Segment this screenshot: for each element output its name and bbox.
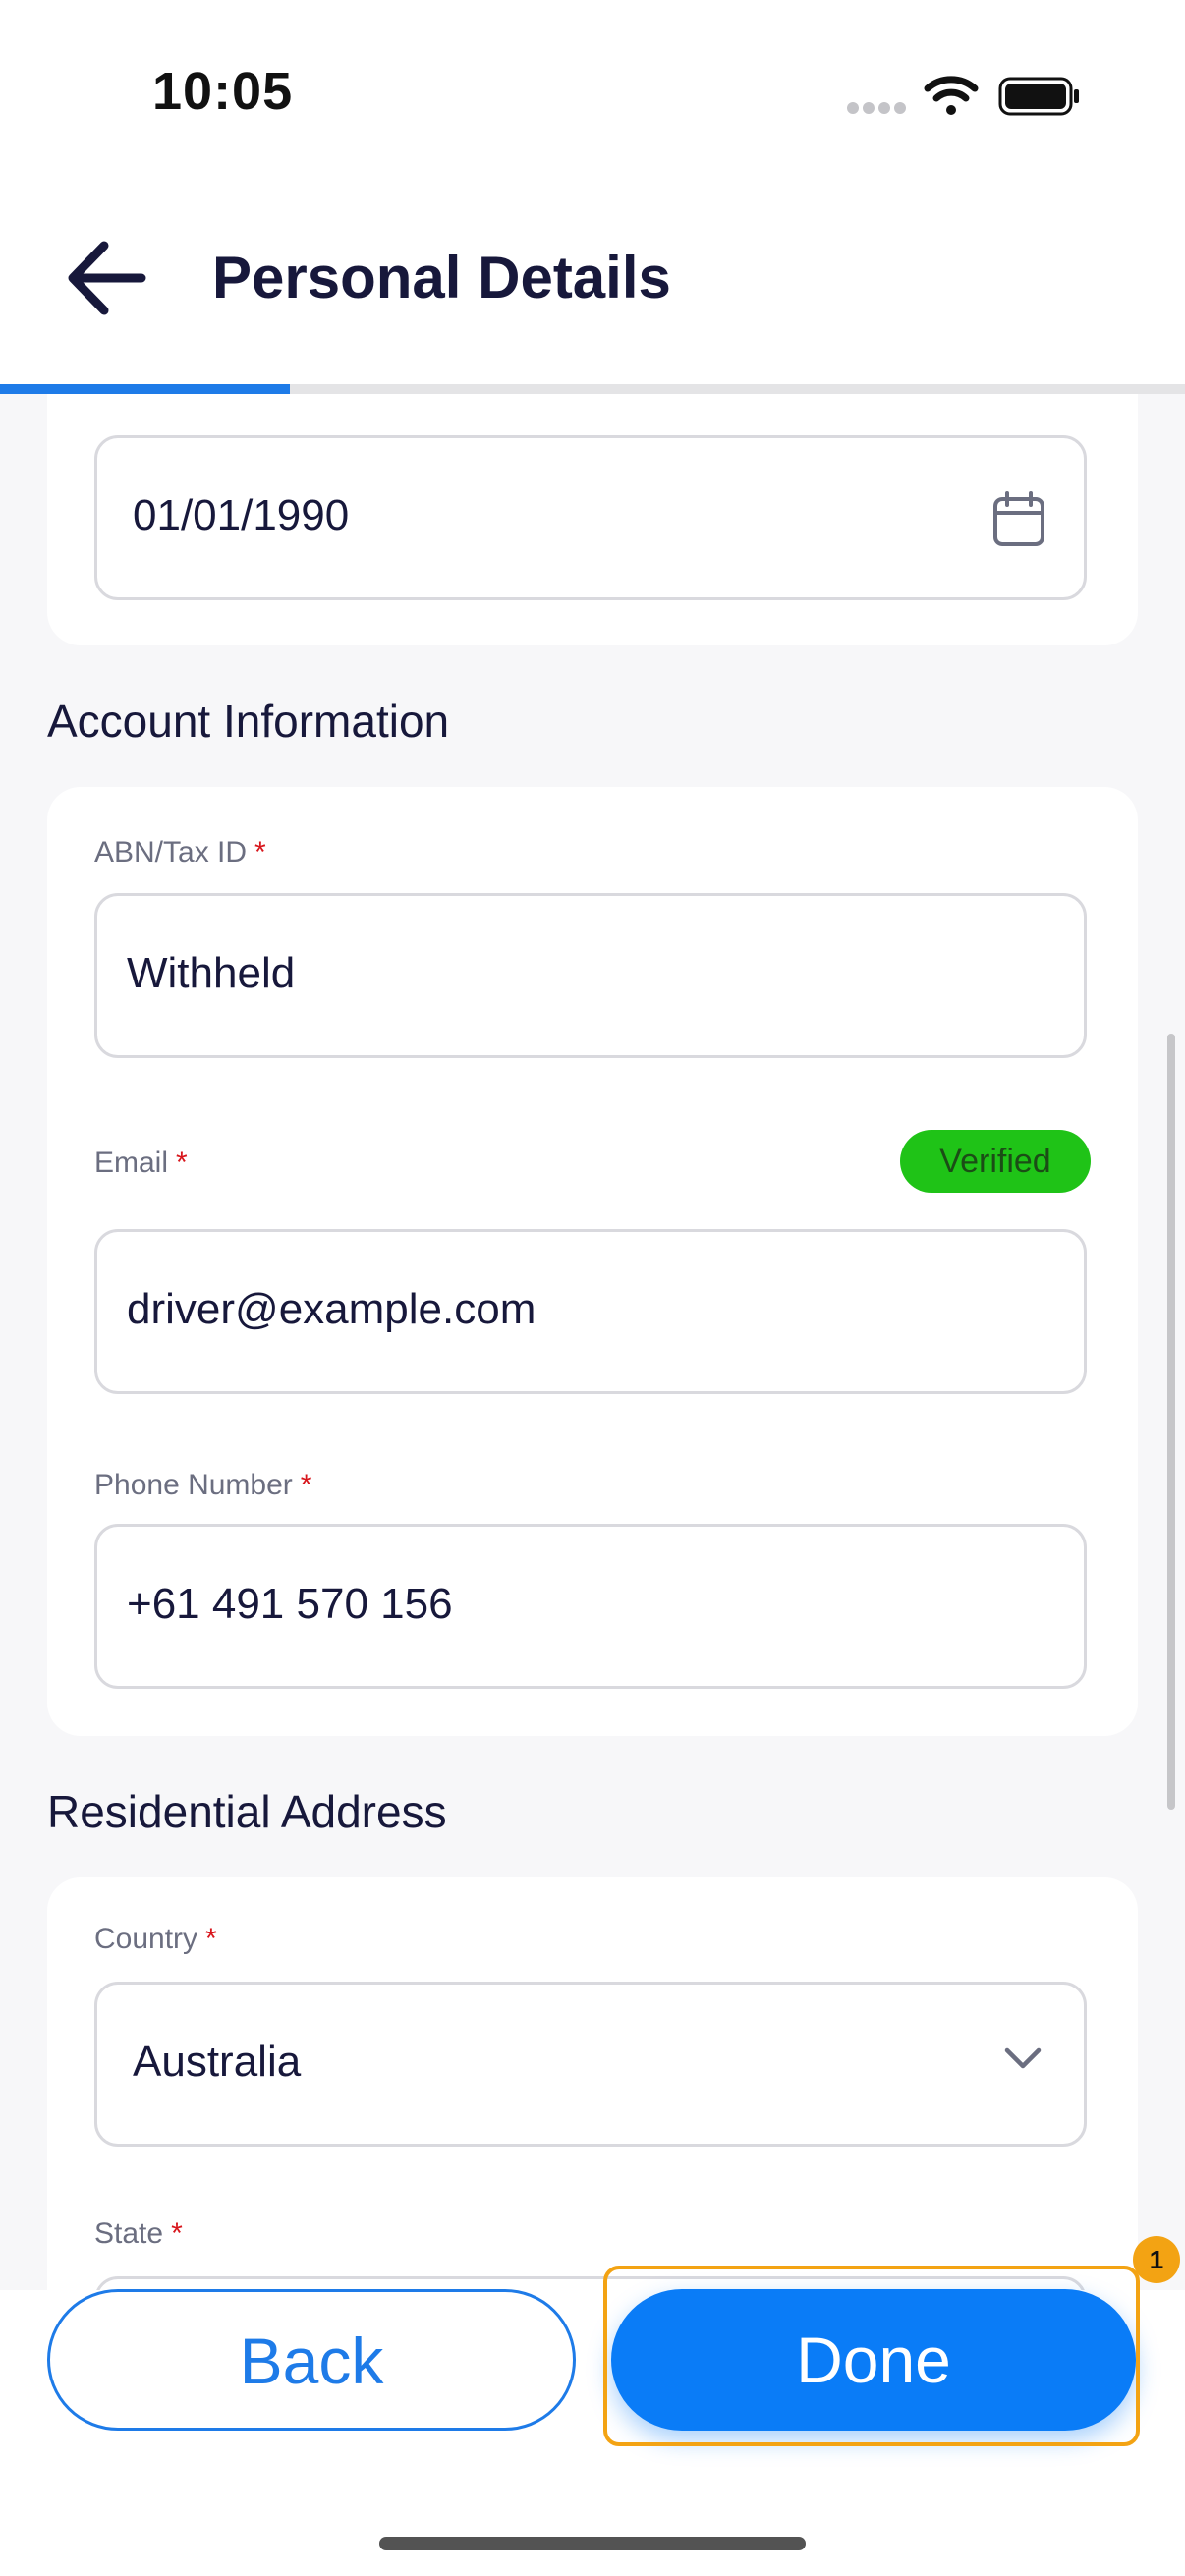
cellular-signal-icon <box>847 102 908 116</box>
calendar-icon[interactable] <box>991 491 1046 548</box>
back-button[interactable]: Back <box>47 2289 576 2431</box>
date-of-birth-value: 01/01/1990 <box>133 491 350 539</box>
battery-icon <box>998 77 1079 116</box>
highlight-badge: 1 <box>1133 2236 1180 2283</box>
back-arrow-icon[interactable] <box>61 234 155 322</box>
page-title: Personal Details <box>212 245 671 310</box>
verified-badge: Verified <box>900 1130 1091 1193</box>
highlight-frame <box>603 2266 1140 2446</box>
email-input[interactable]: driver@example.com <box>94 1229 1087 1394</box>
wifi-icon <box>924 76 979 115</box>
phone-label: Phone Number * <box>94 1469 312 1501</box>
residential-address-card: Country * Australia State * <box>47 1877 1138 2290</box>
abn-label: ABN/Tax ID * <box>94 836 266 868</box>
country-value: Australia <box>133 2038 302 2086</box>
country-select[interactable]: Australia <box>94 1982 1087 2147</box>
email-value: driver@example.com <box>127 1285 536 1333</box>
abn-input[interactable]: Withheld <box>94 893 1087 1058</box>
country-label: Country * <box>94 1923 217 1955</box>
chevron-down-icon <box>1004 2047 1042 2069</box>
progress-bar <box>0 384 1185 394</box>
form-scroll-area[interactable]: 01/01/1990 Account Information ABN/Tax I… <box>0 394 1185 2290</box>
email-label: Email * <box>94 1147 188 1179</box>
state-label: State * <box>94 2217 183 2250</box>
progress-bar-fill <box>0 384 291 394</box>
date-of-birth-field[interactable]: 01/01/1990 <box>94 435 1087 600</box>
status-time: 10:05 <box>152 62 294 121</box>
account-information-heading: Account Information <box>47 696 450 747</box>
phone-input[interactable]: +61 491 570 156 <box>94 1524 1087 1689</box>
account-information-card: ABN/Tax ID * Withheld Email * Verified dri… <box>47 787 1138 1736</box>
home-indicator <box>379 2537 806 2550</box>
phone-value: +61 491 570 156 <box>127 1580 453 1628</box>
residential-address-heading: Residential Address <box>47 1786 447 1837</box>
scrollbar[interactable] <box>1167 1034 1175 1810</box>
abn-value: Withheld <box>127 949 296 997</box>
date-of-birth-card: 01/01/1990 <box>47 394 1138 645</box>
